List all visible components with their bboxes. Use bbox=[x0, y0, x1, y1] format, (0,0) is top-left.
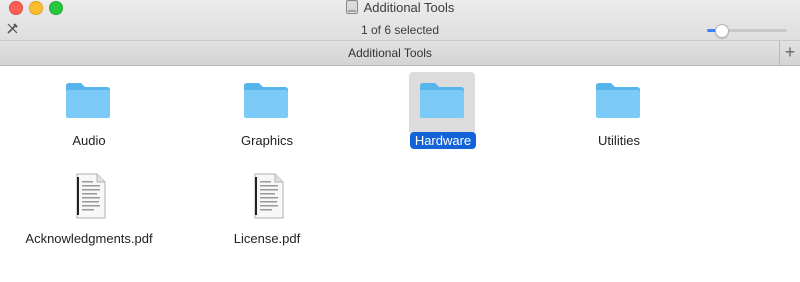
plus-icon[interactable]: + bbox=[779, 41, 800, 65]
folder-icon bbox=[233, 72, 299, 134]
window-title: Additional Tools bbox=[363, 0, 455, 15]
icon-size-slider[interactable] bbox=[707, 24, 787, 38]
path-bar-title: Additional Tools bbox=[348, 46, 432, 60]
folder-icon bbox=[55, 72, 121, 134]
disk-icon bbox=[345, 0, 358, 18]
selection-status: 1 of 6 selected bbox=[360, 23, 440, 37]
file-label: Graphics bbox=[240, 133, 294, 148]
title-bar: Additional Tools 1 of 6 selected bbox=[0, 0, 800, 40]
file-label: Utilities bbox=[598, 133, 640, 148]
path-bar: Additional Tools + bbox=[0, 40, 800, 66]
file-label: License.pdf bbox=[233, 231, 301, 246]
pdf-document-icon bbox=[252, 173, 284, 224]
window-title-area: Additional Tools bbox=[0, 0, 800, 18]
file-label: Audio bbox=[72, 133, 106, 148]
pdf-document-icon bbox=[74, 173, 106, 224]
folder-icon bbox=[409, 72, 475, 134]
folder-icon bbox=[585, 72, 651, 134]
file-label: Acknowledgments.pdf bbox=[25, 231, 153, 246]
file-grid: Audio Graphics Hardware Utilities Acknow… bbox=[0, 66, 800, 282]
file-label: Hardware bbox=[409, 132, 477, 149]
toolbar: 1 of 6 selected bbox=[0, 20, 800, 40]
